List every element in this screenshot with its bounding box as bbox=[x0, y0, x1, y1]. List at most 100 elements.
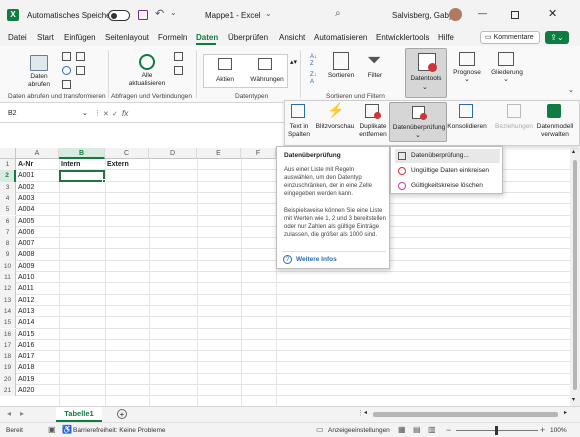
scroll-right-icon[interactable]: ▸ bbox=[564, 409, 567, 416]
column-header[interactable]: F bbox=[241, 148, 276, 159]
row-header[interactable]: 19 bbox=[0, 362, 16, 374]
cell-a5[interactable]: A004 bbox=[18, 204, 34, 215]
row-header[interactable]: 17 bbox=[0, 339, 16, 352]
menu-item-circle-invalid[interactable]: Ungültige Daten einkreisen bbox=[395, 164, 500, 178]
horizontal-scrollbar[interactable]: ◂ ▸ bbox=[364, 409, 572, 418]
row-header[interactable]: 6 bbox=[0, 215, 16, 227]
row-header[interactable]: 9 bbox=[0, 249, 16, 261]
scroll-up-icon[interactable]: ▴ bbox=[572, 148, 575, 155]
cell-a4[interactable]: A003 bbox=[18, 193, 34, 204]
minimize-icon[interactable]: — bbox=[478, 8, 487, 18]
cell-a14[interactable]: A013 bbox=[18, 306, 34, 317]
stocks-icon[interactable] bbox=[218, 58, 232, 70]
vertical-scrollbar[interactable]: ▴ ▾ bbox=[570, 148, 580, 406]
insert-function-icon[interactable]: fx bbox=[122, 109, 128, 118]
more-info-link[interactable]: Weitere Infos bbox=[296, 256, 337, 263]
scroll-thumb[interactable] bbox=[573, 160, 577, 390]
cell-a3[interactable]: A002 bbox=[18, 182, 34, 193]
select-all-corner[interactable] bbox=[0, 148, 16, 159]
column-header[interactable]: A bbox=[16, 148, 59, 159]
row-header[interactable]: 16 bbox=[0, 328, 16, 340]
display-settings[interactable]: Anzeigeeinstellungen bbox=[328, 427, 390, 434]
tab-seitenlayout[interactable]: Seitenlayout bbox=[105, 33, 149, 42]
tab-daten[interactable]: Daten bbox=[196, 33, 218, 42]
tab-hilfe[interactable]: Hilfe bbox=[438, 33, 454, 42]
row-header[interactable]: 18 bbox=[0, 351, 16, 363]
cell-a20[interactable]: A019 bbox=[18, 374, 34, 385]
cell-a21[interactable]: A020 bbox=[18, 385, 34, 396]
zoom-out-icon[interactable]: − bbox=[446, 425, 451, 435]
cell-a6[interactable]: A005 bbox=[18, 216, 34, 227]
cell-a7[interactable]: A006 bbox=[18, 227, 34, 238]
cell-c1[interactable]: Extern bbox=[107, 159, 129, 170]
forecast-chevron-icon[interactable]: ⌄ bbox=[464, 75, 470, 83]
get-data-button[interactable]: Daten abrufen bbox=[22, 73, 56, 89]
undo-icon[interactable]: ↶ bbox=[155, 7, 164, 20]
accessibility-icon[interactable]: ♿ bbox=[62, 425, 72, 434]
get-data-icon[interactable] bbox=[30, 55, 48, 71]
datatools-button[interactable]: Datentools ⌄ bbox=[405, 48, 447, 98]
accessibility-status[interactable]: Barrierefreiheit: Keine Probleme bbox=[73, 427, 166, 434]
cell-a2[interactable]: A001 bbox=[18, 170, 34, 181]
existing-connections-icon[interactable] bbox=[76, 66, 85, 75]
from-table-icon[interactable] bbox=[62, 80, 71, 89]
h-scroll-thumb[interactable] bbox=[373, 412, 558, 417]
column-header[interactable]: E bbox=[197, 148, 241, 159]
avatar[interactable] bbox=[449, 8, 462, 21]
from-text-icon[interactable] bbox=[62, 52, 71, 61]
flash-fill-button[interactable]: Blitzvorschau bbox=[313, 123, 357, 130]
enter-formula-icon[interactable]: ✓ bbox=[112, 110, 118, 118]
next-sheet-icon[interactable]: ▸ bbox=[20, 409, 24, 418]
cell-a19[interactable]: A018 bbox=[18, 362, 34, 373]
maximize-icon[interactable] bbox=[511, 11, 519, 19]
data-validation-button[interactable]: Datenüberprüfung ⌄ bbox=[389, 102, 447, 142]
consolidate-button[interactable]: Konsolidieren bbox=[445, 123, 489, 130]
page-layout-view-icon[interactable]: ▤ bbox=[413, 425, 421, 434]
cell-a16[interactable]: A015 bbox=[18, 329, 34, 340]
zoom-slider-thumb[interactable] bbox=[495, 426, 498, 435]
row-header[interactable]: 1 bbox=[0, 159, 16, 171]
tab-datei[interactable]: Datei bbox=[8, 33, 27, 42]
menu-item-clear-circles[interactable]: Gültigkeitskreise löschen bbox=[395, 179, 500, 193]
row-header[interactable]: 7 bbox=[0, 226, 16, 239]
row-header[interactable]: 11 bbox=[0, 272, 16, 284]
name-box[interactable]: B2 bbox=[8, 110, 17, 117]
help-icon[interactable]: ? bbox=[283, 255, 292, 264]
cell-a18[interactable]: A017 bbox=[18, 351, 34, 362]
text-to-columns-button[interactable]: Text in Spalten bbox=[285, 123, 313, 139]
scroll-down-icon[interactable]: ▾ bbox=[572, 396, 575, 403]
comments-button[interactable]: ▭ Kommentare bbox=[480, 31, 540, 44]
text-to-columns-icon[interactable] bbox=[291, 104, 305, 118]
refresh-all-icon[interactable] bbox=[139, 54, 155, 70]
gallery-scroll-icon[interactable]: ▴▾ bbox=[290, 58, 297, 66]
filter-button[interactable]: Filter bbox=[360, 72, 390, 79]
column-header[interactable]: D bbox=[149, 148, 197, 159]
cell-a15[interactable]: A014 bbox=[18, 317, 34, 328]
title-chevron-icon[interactable]: ⌄ bbox=[265, 9, 272, 18]
add-sheet-icon[interactable]: + bbox=[117, 409, 127, 419]
menu-item-data-validation[interactable]: Datenüberprüfung... bbox=[395, 149, 500, 163]
cell-a10[interactable]: A009 bbox=[18, 261, 34, 272]
scroll-left-icon[interactable]: ◂ bbox=[364, 409, 367, 416]
data-model-icon[interactable] bbox=[547, 104, 561, 118]
cell-b1[interactable]: Intern bbox=[61, 159, 80, 170]
stocks-button[interactable]: Aktien bbox=[210, 76, 240, 83]
prev-sheet-icon[interactable]: ◂ bbox=[7, 409, 11, 418]
fill-handle[interactable] bbox=[102, 179, 106, 183]
tab-formeln[interactable]: Formeln bbox=[158, 33, 187, 42]
row-header[interactable]: 13 bbox=[0, 294, 16, 306]
flash-fill-icon[interactable]: ⚡ bbox=[327, 102, 344, 119]
name-box-chevron-icon[interactable]: ⌄ bbox=[82, 109, 88, 117]
row-header[interactable]: 21 bbox=[0, 385, 16, 397]
currencies-icon[interactable] bbox=[258, 58, 272, 70]
data-model-button[interactable]: Datenmodell verwalten bbox=[533, 123, 577, 139]
row-header[interactable]: 4 bbox=[0, 192, 16, 205]
sort-za-icon[interactable]: Z↓ A bbox=[310, 72, 317, 86]
search-icon[interactable]: ⌕ bbox=[335, 8, 341, 19]
tab-einfuegen[interactable]: Einfügen bbox=[64, 33, 96, 42]
row-header[interactable]: 15 bbox=[0, 317, 16, 329]
row-header[interactable]: 12 bbox=[0, 283, 16, 295]
outline-chevron-icon[interactable]: ⌄ bbox=[503, 75, 509, 83]
sort-button[interactable]: Sortieren bbox=[323, 72, 359, 79]
currencies-button[interactable]: Währungen bbox=[250, 76, 284, 83]
